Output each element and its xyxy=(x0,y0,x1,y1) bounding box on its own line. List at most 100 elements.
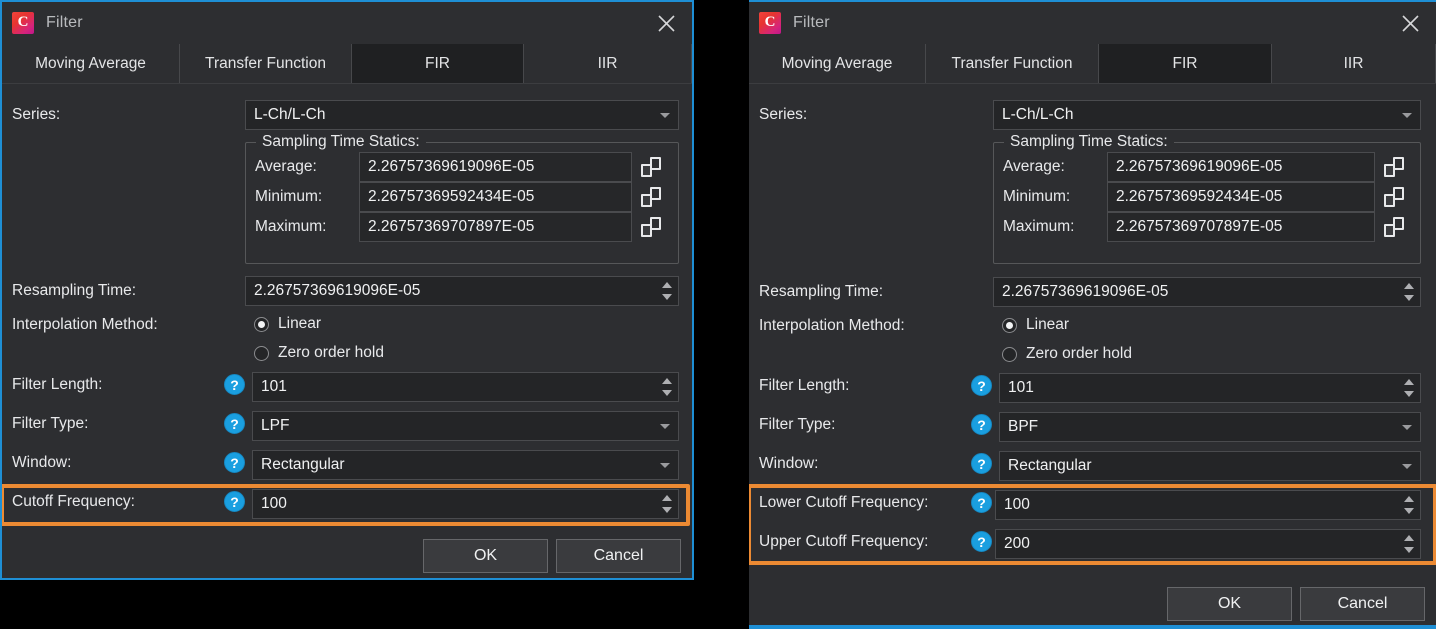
group-legend: Sampling Time Statics: xyxy=(256,133,426,151)
series-combobox[interactable]: L-Ch/L-Ch xyxy=(245,100,679,130)
series-label-wrap: Series: xyxy=(12,106,60,124)
help-icon[interactable]: ? xyxy=(971,453,992,474)
chevron-down-icon xyxy=(660,424,670,429)
window-combobox[interactable]: Rectangular xyxy=(252,450,679,480)
upper-cutoff-label-wrap: Upper Cutoff Frequency: xyxy=(759,533,928,551)
tab-iir[interactable]: IIR xyxy=(1272,44,1436,83)
help-icon[interactable]: ? xyxy=(224,491,245,512)
cancel-button[interactable]: Cancel xyxy=(1300,587,1425,621)
series-label: Series: xyxy=(12,106,61,123)
minimum-value: 2.26757369592434E-05 xyxy=(1116,188,1283,205)
help-icon[interactable]: ? xyxy=(971,375,992,396)
filter-type-label-wrap: Filter Type: xyxy=(12,415,88,433)
maximum-field[interactable]: 2.26757369707897E-05 xyxy=(1107,212,1375,242)
radio-zero-order-hold-label: Zero order hold xyxy=(1026,345,1132,362)
tab-fir[interactable]: FIR xyxy=(352,44,524,83)
cutoff-frequency-spinner[interactable]: 100 xyxy=(252,489,679,519)
spinner-arrows[interactable] xyxy=(1401,532,1417,556)
maximum-row: Maximum: 2.26757369707897E-05 xyxy=(1003,212,1404,242)
help-icon[interactable]: ? xyxy=(971,531,992,552)
spinner-arrows[interactable] xyxy=(659,492,675,516)
help-icon[interactable]: ? xyxy=(224,374,245,395)
average-value: 2.26757369619096E-05 xyxy=(368,158,535,175)
group-legend: Sampling Time Statics: xyxy=(1004,133,1174,151)
help-icon[interactable]: ? xyxy=(971,414,992,435)
copy-icon[interactable] xyxy=(1384,157,1404,177)
copy-icon[interactable] xyxy=(1384,187,1404,207)
upper-cutoff-frequency-value: 200 xyxy=(1004,535,1030,552)
window-label: Window: xyxy=(759,455,819,472)
minimum-field[interactable]: 2.26757369592434E-05 xyxy=(359,182,632,212)
maximum-field[interactable]: 2.26757369707897E-05 xyxy=(359,212,632,242)
tab-iir[interactable]: IIR xyxy=(524,44,692,83)
help-icon[interactable]: ? xyxy=(971,492,992,513)
camera-c-icon: C xyxy=(12,12,34,34)
cancel-button[interactable]: Cancel xyxy=(556,539,681,573)
spinner-arrows[interactable] xyxy=(659,279,675,303)
ok-button[interactable]: OK xyxy=(423,539,548,573)
series-value: L-Ch/L-Ch xyxy=(254,106,326,123)
radio-linear-label: Linear xyxy=(278,315,322,332)
tab-transfer-function[interactable]: Transfer Function xyxy=(180,44,352,83)
camera-c-icon: C xyxy=(759,12,781,34)
radio-zero-order-hold-label: Zero order hold xyxy=(278,344,384,361)
average-row: Average: 2.26757369619096E-05 xyxy=(1003,152,1404,182)
cutoff-frequency-label-wrap: Cutoff Frequency: xyxy=(12,493,135,511)
tab-fir[interactable]: FIR xyxy=(1099,44,1272,83)
copy-icon[interactable] xyxy=(641,217,661,237)
series-label: Series: xyxy=(759,106,808,123)
spinner-arrows[interactable] xyxy=(1401,493,1417,517)
close-icon[interactable] xyxy=(1384,2,1436,44)
tab-strip: Moving Average Transfer Function FIR IIR xyxy=(749,44,1436,84)
interpolation-label-wrap: Interpolation Method: xyxy=(12,316,158,334)
title-bar: C Filter xyxy=(2,2,692,44)
radio-zero-order-hold[interactable]: Zero order hold xyxy=(1002,345,1132,363)
window-combobox[interactable]: Rectangular xyxy=(999,451,1421,481)
filter-length-value: 101 xyxy=(261,378,287,395)
resampling-time-label: Resampling Time: xyxy=(12,282,137,299)
tab-moving-average[interactable]: Moving Average xyxy=(749,44,926,83)
minimum-row: Minimum: 2.26757369592434E-05 xyxy=(255,182,661,212)
spinner-arrows[interactable] xyxy=(659,375,675,399)
resampling-label-wrap: Resampling Time: xyxy=(759,283,883,301)
filter-type-label-wrap: Filter Type: xyxy=(759,416,835,434)
window-label: Window: xyxy=(12,454,72,471)
copy-icon[interactable] xyxy=(1384,217,1404,237)
radio-linear[interactable]: Linear xyxy=(1002,316,1069,334)
average-label: Average: xyxy=(255,158,317,175)
resampling-time-spinner[interactable]: 2.26757369619096E-05 xyxy=(993,277,1421,307)
minimum-field[interactable]: 2.26757369592434E-05 xyxy=(1107,182,1375,212)
copy-icon[interactable] xyxy=(641,187,661,207)
spinner-arrows[interactable] xyxy=(1401,376,1417,400)
spinner-arrows[interactable] xyxy=(1401,280,1417,304)
average-field[interactable]: 2.26757369619096E-05 xyxy=(1107,152,1375,182)
average-field[interactable]: 2.26757369619096E-05 xyxy=(359,152,632,182)
tab-strip: Moving Average Transfer Function FIR IIR xyxy=(2,44,692,84)
filter-length-spinner[interactable]: 101 xyxy=(252,372,679,402)
series-combobox[interactable]: L-Ch/L-Ch xyxy=(993,100,1421,130)
help-icon[interactable]: ? xyxy=(224,452,245,473)
chevron-down-icon xyxy=(660,463,670,468)
chevron-down-icon xyxy=(1402,425,1412,430)
resampling-time-label: Resampling Time: xyxy=(759,283,884,300)
chevron-down-icon xyxy=(1402,113,1412,118)
radio-zero-order-hold[interactable]: Zero order hold xyxy=(254,344,384,362)
interpolation-label-wrap: Interpolation Method: xyxy=(759,317,905,335)
resampling-time-value: 2.26757369619096E-05 xyxy=(1002,283,1169,300)
tab-transfer-function[interactable]: Transfer Function xyxy=(926,44,1099,83)
filter-type-value: LPF xyxy=(261,417,290,434)
copy-icon[interactable] xyxy=(641,157,661,177)
upper-cutoff-frequency-spinner[interactable]: 200 xyxy=(995,529,1421,559)
radio-linear[interactable]: Linear xyxy=(254,315,321,333)
tab-moving-average[interactable]: Moving Average xyxy=(2,44,180,83)
filter-type-combobox[interactable]: BPF xyxy=(999,412,1421,442)
window-bottom-edge xyxy=(749,625,1436,627)
filter-length-spinner[interactable]: 101 xyxy=(999,373,1421,403)
ok-button[interactable]: OK xyxy=(1167,587,1292,621)
lower-cutoff-frequency-spinner[interactable]: 100 xyxy=(995,490,1421,520)
lower-cutoff-frequency-label: Lower Cutoff Frequency: xyxy=(759,494,929,511)
help-icon[interactable]: ? xyxy=(224,413,245,434)
close-icon[interactable] xyxy=(640,2,692,44)
resampling-time-spinner[interactable]: 2.26757369619096E-05 xyxy=(245,276,679,306)
filter-type-combobox[interactable]: LPF xyxy=(252,411,679,441)
